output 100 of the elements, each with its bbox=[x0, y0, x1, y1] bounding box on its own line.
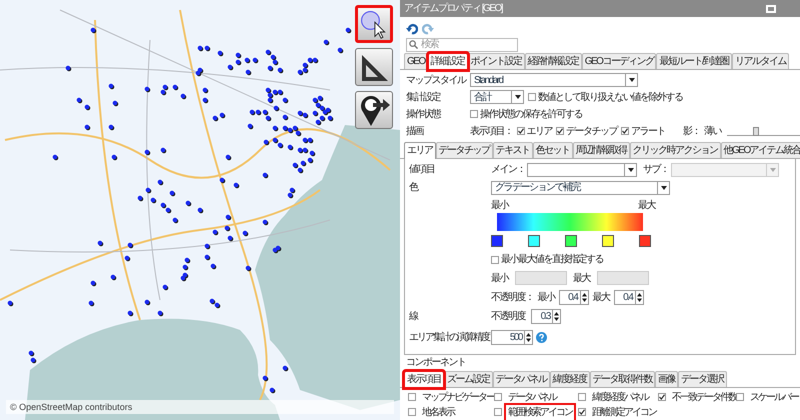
map-tool-button[interactable] bbox=[355, 91, 393, 129]
redo-icon[interactable] bbox=[422, 23, 434, 35]
spinner-arrows-icon[interactable] bbox=[582, 292, 586, 302]
tab[interactable]: テキスト bbox=[492, 142, 532, 158]
dropdown[interactable]: グラデーションで補完 bbox=[491, 180, 670, 194]
field-label: 色 bbox=[409, 181, 419, 195]
gradient-min-label: 最小 bbox=[491, 198, 508, 213]
spinner-arrows-icon[interactable] bbox=[636, 292, 642, 302]
spinner-arrows-icon[interactable] bbox=[526, 332, 531, 342]
map-tool-button[interactable] bbox=[355, 5, 393, 43]
checkbox-label: 数値として取り扱えない値を除外する bbox=[538, 90, 682, 104]
map-attribution: © OpenStreetMap contributors bbox=[6, 400, 394, 414]
dropdown[interactable]: 合計 bbox=[470, 90, 524, 104]
field-label: 不透明度 bbox=[491, 310, 525, 324]
caret-icon bbox=[628, 78, 634, 82]
tab[interactable]: 色セット bbox=[532, 142, 572, 158]
checkbox[interactable] bbox=[658, 393, 666, 401]
field-label: 最小 bbox=[538, 290, 554, 304]
caret-icon bbox=[628, 168, 634, 172]
checkbox[interactable] bbox=[578, 393, 586, 401]
dropdown[interactable]: Standard bbox=[470, 73, 638, 87]
search-icon bbox=[409, 40, 418, 49]
tab[interactable]: 表示項目 bbox=[404, 371, 444, 388]
checkbox-label: 範囲検索アイコン bbox=[504, 402, 576, 420]
window-title: アイテムプロパティ [GEO] bbox=[404, 2, 502, 16]
checkbox[interactable] bbox=[528, 93, 536, 101]
field-label: エリア集計の演算精度 bbox=[409, 330, 490, 344]
tab[interactable]: データ選択 bbox=[678, 371, 726, 387]
search-field[interactable]: 検索 bbox=[406, 38, 518, 52]
field-label: 集計設定 bbox=[406, 90, 442, 104]
checkbox-label: 最小最大値を直接指定する bbox=[501, 252, 603, 267]
undo-icon[interactable] bbox=[406, 23, 418, 35]
tab[interactable]: ポイント設定 bbox=[468, 53, 525, 69]
checkbox[interactable] bbox=[408, 393, 416, 401]
dropdown[interactable] bbox=[527, 162, 637, 176]
field-label: 最大 bbox=[592, 290, 610, 304]
tab[interactable]: 他GEOアイテム統合 bbox=[720, 142, 800, 158]
spin-field[interactable]: 0.4 bbox=[558, 290, 588, 304]
checkbox[interactable] bbox=[556, 127, 564, 135]
field-label: 薄い bbox=[704, 124, 721, 138]
checkbox[interactable] bbox=[491, 256, 499, 264]
tab[interactable]: クリック時アクション bbox=[630, 142, 720, 158]
caret-icon bbox=[514, 95, 520, 99]
checkbox[interactable] bbox=[516, 127, 524, 135]
tab[interactable]: 経路情報設定 bbox=[524, 53, 582, 69]
tab[interactable]: データパネル bbox=[492, 371, 550, 387]
spin-field[interactable]: 500 bbox=[491, 330, 533, 344]
checkbox-label: エリア bbox=[526, 124, 552, 138]
color-swatch[interactable] bbox=[639, 235, 651, 247]
tab[interactable]: リアルタイム bbox=[732, 53, 789, 69]
tab[interactable]: GEO bbox=[404, 53, 428, 69]
spin-field[interactable]: 0.4 bbox=[614, 290, 644, 304]
checkbox-label: データパネル bbox=[507, 390, 558, 404]
checkbox[interactable] bbox=[470, 110, 478, 118]
color-swatch[interactable] bbox=[565, 235, 577, 247]
color-swatch[interactable] bbox=[491, 235, 503, 247]
checkbox-label: 距離測定アイコン bbox=[591, 406, 658, 420]
field-label: 最大 bbox=[573, 272, 592, 286]
field-label: 線 bbox=[409, 310, 419, 324]
disabled-input-field bbox=[515, 271, 567, 285]
field-label: 不透明度： bbox=[491, 290, 534, 304]
tab[interactable]: GEOコーディング bbox=[582, 53, 656, 69]
field-label: 操作状態 bbox=[406, 108, 442, 122]
tab[interactable]: 最短ルート/到達圏 bbox=[656, 53, 732, 69]
checkbox[interactable] bbox=[408, 408, 416, 416]
caret-icon bbox=[770, 168, 776, 172]
checkbox[interactable] bbox=[621, 127, 629, 135]
maximize-icon[interactable] bbox=[766, 4, 776, 12]
checkbox[interactable] bbox=[494, 393, 502, 401]
checkbox-label: 緯度経度パネル bbox=[591, 390, 650, 404]
map-tool-button[interactable] bbox=[355, 48, 393, 86]
checkbox-label: 操作状態の保存を許可する bbox=[480, 108, 582, 122]
field-label: 影： bbox=[683, 124, 700, 138]
tab[interactable]: 画像 bbox=[655, 371, 678, 387]
tab[interactable]: 周辺情報取得 bbox=[572, 142, 630, 158]
field-label: マップスタイル bbox=[406, 74, 467, 88]
tab[interactable]: データ取得件数 bbox=[590, 371, 655, 387]
tab[interactable]: 詳細設定 bbox=[428, 53, 468, 70]
tab[interactable]: エリア bbox=[404, 142, 436, 159]
tab[interactable]: 緯度経度 bbox=[550, 371, 590, 387]
color-swatch[interactable] bbox=[528, 235, 540, 247]
tab[interactable]: ズーム設定 bbox=[444, 371, 492, 387]
disabled-input-field bbox=[597, 271, 649, 285]
checkbox[interactable] bbox=[578, 408, 586, 416]
spinner-arrows-icon[interactable] bbox=[554, 312, 559, 320]
section-label: コンポーネント bbox=[405, 357, 466, 369]
field-label: 値項目 bbox=[409, 163, 436, 177]
checkbox-label: 地名表示 bbox=[421, 406, 456, 420]
field-label: サブ： bbox=[643, 162, 670, 177]
slider-thumb[interactable] bbox=[753, 127, 760, 136]
field-label: 最小 bbox=[491, 272, 510, 286]
checkbox[interactable] bbox=[494, 408, 502, 416]
checkbox-label: スケールバー bbox=[749, 390, 800, 404]
help-icon[interactable] bbox=[536, 332, 547, 342]
field-label: 描画 bbox=[406, 124, 424, 138]
spin-field[interactable]: 0.3 bbox=[531, 308, 561, 324]
checkbox[interactable] bbox=[736, 393, 744, 401]
checkbox-label: アラート bbox=[631, 124, 665, 138]
tab[interactable]: データチップ bbox=[436, 142, 492, 158]
color-swatch[interactable] bbox=[602, 235, 614, 247]
